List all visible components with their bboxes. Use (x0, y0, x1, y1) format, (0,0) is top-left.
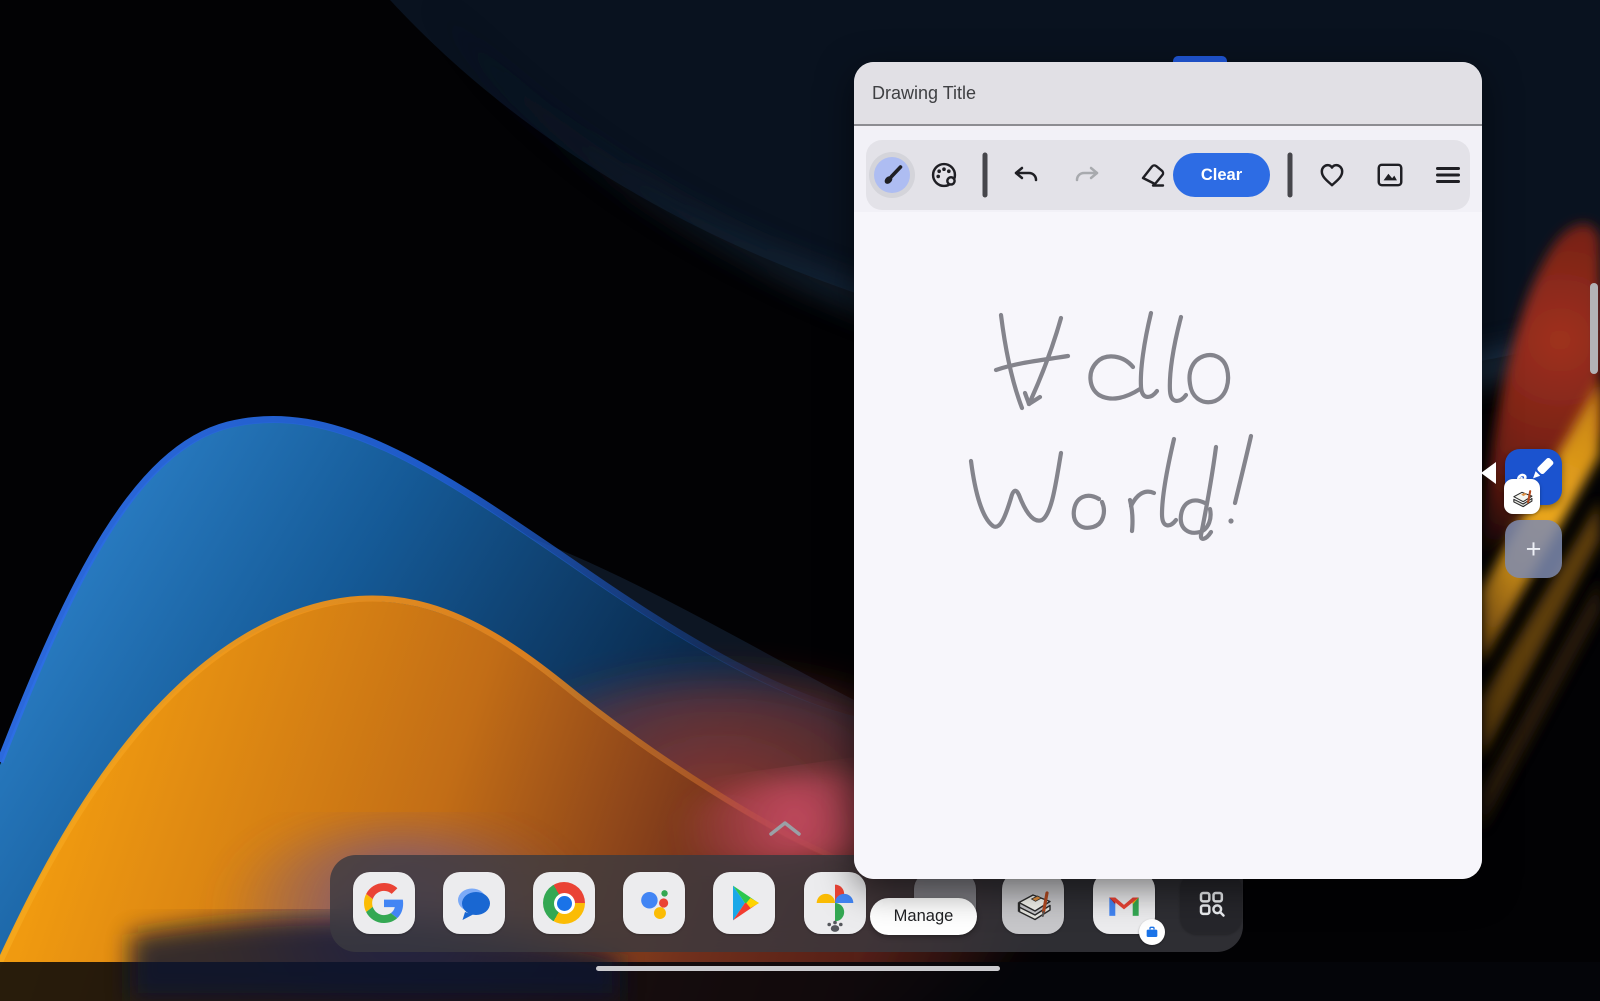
clear-button-label: Clear (1201, 166, 1242, 185)
palette-tool-button[interactable] (929, 160, 959, 190)
google-icon (364, 883, 404, 923)
dock-app-gmail[interactable] (1093, 872, 1155, 934)
notes-notebook-mini-icon (1508, 483, 1536, 511)
gesture-navigation-bar[interactable] (596, 966, 1000, 971)
palette-icon (929, 160, 959, 190)
brush-icon (877, 160, 907, 190)
window-title: Drawing Title (872, 83, 976, 104)
dock-app-assistant[interactable] (623, 872, 685, 934)
window-titlebar[interactable]: Drawing Title (854, 62, 1482, 124)
drawing-toolbar: Clear (866, 140, 1470, 210)
dock-app-drawer[interactable] (1180, 872, 1242, 934)
insert-image-button[interactable] (1375, 160, 1405, 190)
undo-icon (1010, 160, 1040, 190)
manage-tooltip[interactable]: Manage (870, 898, 977, 935)
chrome-icon (543, 882, 585, 924)
dock-expand-chevron-icon[interactable] (768, 820, 802, 838)
plus-icon: + (1526, 534, 1542, 565)
dock-app-messages[interactable] (443, 872, 505, 934)
drawing-app-window: Drawing Title (854, 62, 1482, 879)
play-store-icon (722, 881, 766, 925)
titlebar-divider (854, 124, 1482, 126)
dock-app-photos[interactable] (804, 872, 866, 934)
edge-scrollbar-thumb[interactable] (1590, 283, 1598, 374)
image-icon (1375, 160, 1405, 190)
toolbar-divider-2 (1288, 153, 1293, 198)
briefcase-icon (1144, 924, 1160, 940)
messages-icon (452, 881, 496, 925)
redo-button[interactable] (1073, 160, 1103, 190)
bubble-pointer-arrow (1481, 462, 1496, 484)
dock-app-notes[interactable] (1002, 872, 1064, 934)
notes-notebook-icon (1009, 879, 1057, 927)
heart-icon (1317, 160, 1347, 190)
gmail-icon (1102, 881, 1146, 925)
add-bubble-button[interactable]: + (1505, 520, 1562, 578)
clear-button[interactable]: Clear (1173, 153, 1270, 197)
undo-button[interactable] (1010, 160, 1040, 190)
bubble-app-badge (1504, 479, 1540, 514)
dock-app-play-store[interactable] (713, 872, 775, 934)
favorite-button[interactable] (1317, 160, 1347, 190)
work-profile-badge (1139, 919, 1165, 945)
brush-tool-button[interactable] (869, 152, 915, 198)
app-drawer-search-icon (1191, 883, 1231, 923)
drawing-canvas[interactable] (854, 212, 1482, 879)
menu-button[interactable] (1434, 161, 1462, 189)
paw-badge-icon (824, 919, 846, 933)
eraser-icon (1135, 159, 1167, 191)
manage-tooltip-label: Manage (894, 907, 954, 926)
eraser-button[interactable] (1135, 159, 1167, 191)
dock-app-chrome[interactable] (533, 872, 595, 934)
redo-icon (1073, 160, 1103, 190)
hamburger-menu-icon (1434, 161, 1462, 189)
assistant-icon (632, 881, 676, 925)
toolbar-divider-1 (983, 153, 988, 198)
dock-app-google[interactable] (353, 872, 415, 934)
